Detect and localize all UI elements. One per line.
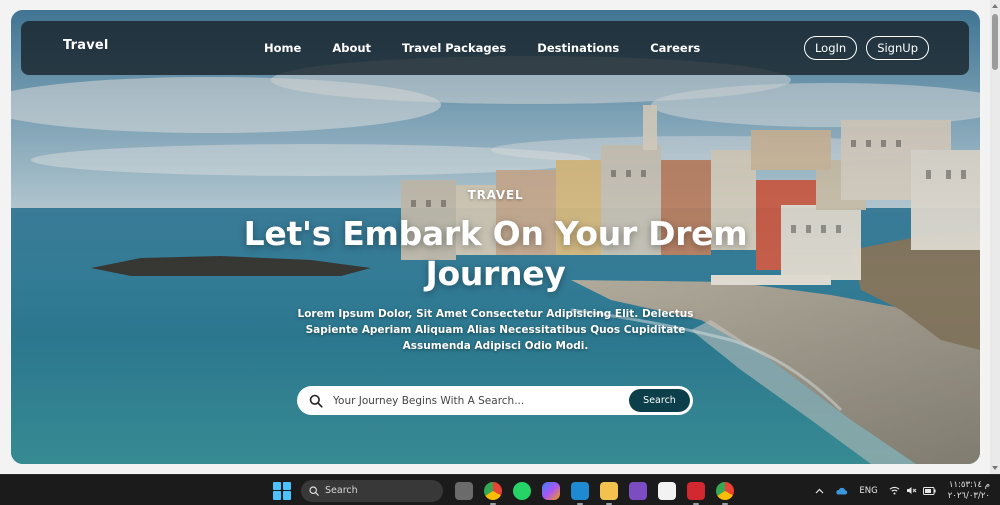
nav-link-careers[interactable]: Careers [650, 41, 700, 55]
taskbar-search-label: Search [325, 485, 358, 496]
nav-link-travel-packages[interactable]: Travel Packages [402, 41, 506, 55]
hero-headline: Let's Embark On Your Drem Journey [243, 214, 748, 293]
nav-links: Home About Travel Packages Destinations … [264, 21, 700, 75]
clock-date: ٢٠٢٦/٠٣/٢٠ [947, 490, 990, 501]
wps-icon[interactable] [687, 481, 705, 505]
taskbar-search-icon [309, 485, 319, 496]
auth-buttons: LogIn SignUp [803, 36, 929, 60]
scrollbar-thumb[interactable] [992, 14, 998, 70]
battery-icon[interactable] [922, 486, 936, 495]
nav-link-destinations[interactable]: Destinations [537, 41, 619, 55]
top-navbar: Travel Home About Travel Packages Destin… [21, 21, 969, 75]
taskbar-search-box[interactable]: Search [301, 479, 443, 502]
file-explorer-icon[interactable] [455, 481, 473, 500]
chrome-profile-icon[interactable] [716, 481, 734, 505]
vscode-icon[interactable] [571, 481, 589, 505]
chrome-icon[interactable] [484, 481, 502, 505]
hero-search-bar: Search [297, 386, 693, 415]
windows-taskbar: Search ENG م ١١:٥٣:١٤ ٢٠٢٦/٠٣/٢٠ [0, 474, 1000, 505]
hero-subtext: Lorem Ipsum Dolor, Sit Amet Consectetur … [297, 308, 694, 352]
windows-start-icon[interactable] [273, 481, 291, 500]
volume-muted-icon[interactable] [906, 486, 917, 495]
nav-link-home[interactable]: Home [264, 41, 301, 55]
visual-studio-icon[interactable] [629, 481, 647, 500]
journey-search-input[interactable] [331, 386, 621, 415]
wifi-icon[interactable] [889, 486, 900, 495]
browser-viewport: Travel Home About Travel Packages Destin… [0, 0, 1000, 505]
hero-content: TRAVEL Let's Embark On Your Drem Journey… [11, 188, 980, 354]
login-button[interactable]: LogIn [803, 36, 858, 60]
folder-icon[interactable] [600, 481, 618, 505]
signup-button[interactable]: SignUp [866, 36, 929, 60]
chevron-up-icon[interactable] [815, 488, 824, 494]
whatsapp-icon[interactable] [513, 481, 531, 500]
brand-logo-text[interactable]: Travel [63, 38, 109, 53]
system-clock[interactable]: م ١١:٥٣:١٤ ٢٠٢٦/٠٣/٢٠ [948, 480, 990, 502]
notepad-icon[interactable] [658, 481, 676, 500]
search-button[interactable]: Search [629, 389, 690, 412]
system-tray: ENG م ١١:٥٣:١٤ ٢٠٢٦/٠٣/٢٠ [804, 475, 990, 505]
language-indicator[interactable]: ENG [859, 486, 877, 496]
page-scrollbar[interactable] [990, 0, 1000, 474]
clock-time: م ١١:٥٣:١٤ [948, 479, 990, 490]
taskbar-center: Search [273, 479, 745, 505]
search-icon [309, 394, 323, 408]
hero-section: Travel Home About Travel Packages Destin… [11, 10, 980, 464]
hero-eyebrow: TRAVEL [467, 188, 524, 202]
onedrive-cloud-icon[interactable] [835, 487, 848, 495]
scroll-up-arrow-icon[interactable] [992, 4, 998, 8]
copilot-icon[interactable] [542, 481, 560, 500]
nav-link-about[interactable]: About [332, 41, 371, 55]
scroll-down-arrow-icon[interactable] [992, 466, 998, 470]
